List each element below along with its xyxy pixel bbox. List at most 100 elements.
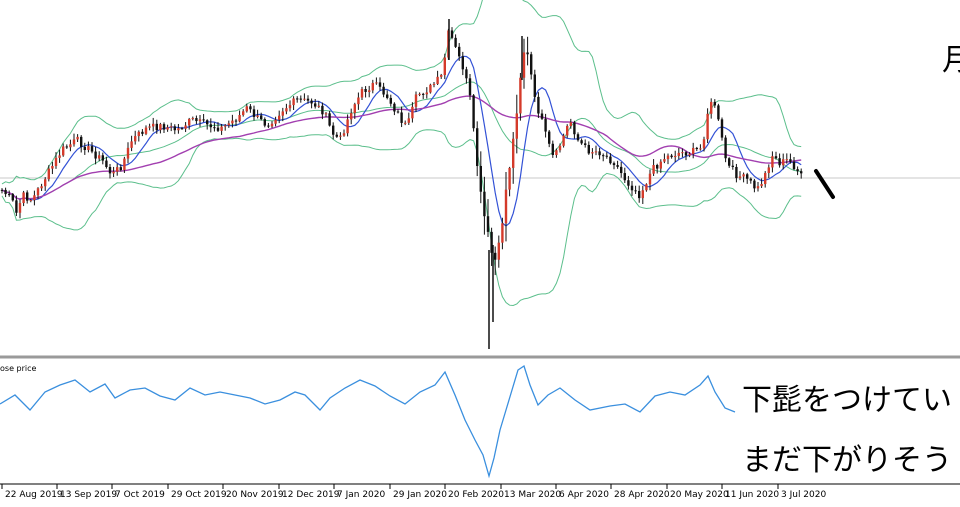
candle-body [584,143,587,145]
candle-body [360,89,364,98]
candle-body [404,122,407,124]
candle-body [659,161,662,169]
candle-body [533,74,536,97]
candle-body [767,167,770,173]
candle-body [436,76,439,84]
candle-body [623,173,626,181]
candle-body [166,127,169,130]
candle-body [202,119,205,121]
candle-body [760,184,763,187]
candle-body [101,155,104,161]
candle-body [440,75,443,77]
candle-body [612,163,616,166]
candle-body [231,120,234,124]
candle-body [184,125,187,129]
candle-body [296,98,299,100]
candle-body [267,125,270,127]
candle-body [429,84,432,93]
candle-body [4,189,7,195]
candle-body [209,124,212,128]
candle-body [393,103,396,112]
candle-body [648,173,652,185]
candle-body [220,126,223,131]
candle-body [357,97,360,105]
candle-body [270,123,274,127]
candle-body [670,155,673,158]
candle-body [249,106,252,110]
candle-body [627,180,630,186]
candle-body [299,98,302,100]
candle-body [674,155,677,158]
candle-body [526,52,529,55]
candle-body [98,155,101,159]
candle-body [310,100,313,104]
candle-body [713,101,716,106]
candle-body [605,155,608,157]
candle-body [512,138,515,168]
x-axis-ticks: 22 Aug 201913 Sep 20197 Oct 2019 29 Oct 2… [1,484,826,500]
candle-body [573,122,576,135]
candle-body [602,155,605,157]
candle-body [256,115,259,117]
candle-body [450,30,454,38]
candle-body [684,152,688,156]
candle-body [504,189,508,224]
candle-body [508,167,511,190]
candle-body [116,167,119,172]
candle-body [591,152,594,154]
candle-body [260,115,263,120]
candle-body [800,171,803,174]
candle-body [206,120,209,125]
candle-body [44,179,47,187]
candle-body [224,125,227,127]
candle-body [389,97,392,104]
candle-body [432,83,436,85]
candle-body [368,90,371,92]
candle-body [785,159,788,161]
x-tick-label: 12 Dec 2019 [282,490,340,500]
candle-body [87,146,90,150]
candle-body [641,190,644,199]
candle-body [26,192,29,201]
x-tick-label: 6 Apr 2020 [559,490,609,500]
candle-body [706,113,709,140]
x-tick-label: 13 Mar 2020 [504,490,561,500]
candle-body [112,171,115,174]
candle-body [238,115,241,122]
candle-body [702,139,706,149]
moving-averages [1,55,802,227]
candle-body [746,174,749,179]
candle-body [328,113,331,126]
candle-body [530,54,533,75]
candle-body [141,131,144,134]
annotation-lower-wick: 下髭をつけてい [742,383,952,418]
candle-body [288,105,292,109]
candle-body [616,165,619,167]
candle-body [90,146,94,152]
candle-body [753,180,756,189]
candle-body [569,122,572,127]
candle-body [76,136,79,140]
candle-body [663,159,666,162]
x-tick-label: 11 Jun 2020 [725,490,779,500]
candle-body [281,111,284,116]
candle-body [609,156,612,164]
candle-body [51,165,54,169]
ma-fast-line [1,55,802,227]
candle-body [105,160,108,168]
candle-body [378,82,382,87]
candle-body [94,151,97,159]
candle-body [159,124,162,131]
candle-body [173,126,176,131]
candle-body [40,186,43,189]
candle-body [519,77,522,114]
candle-body [587,144,590,154]
candle-body [198,119,202,122]
candle-body [33,195,36,201]
candle-body [774,156,778,159]
candle-body [735,166,738,179]
candle-body [278,115,281,120]
x-tick-label: 22 Aug 2019 [5,490,63,500]
candle-body [461,56,464,70]
candle-body [724,137,727,159]
